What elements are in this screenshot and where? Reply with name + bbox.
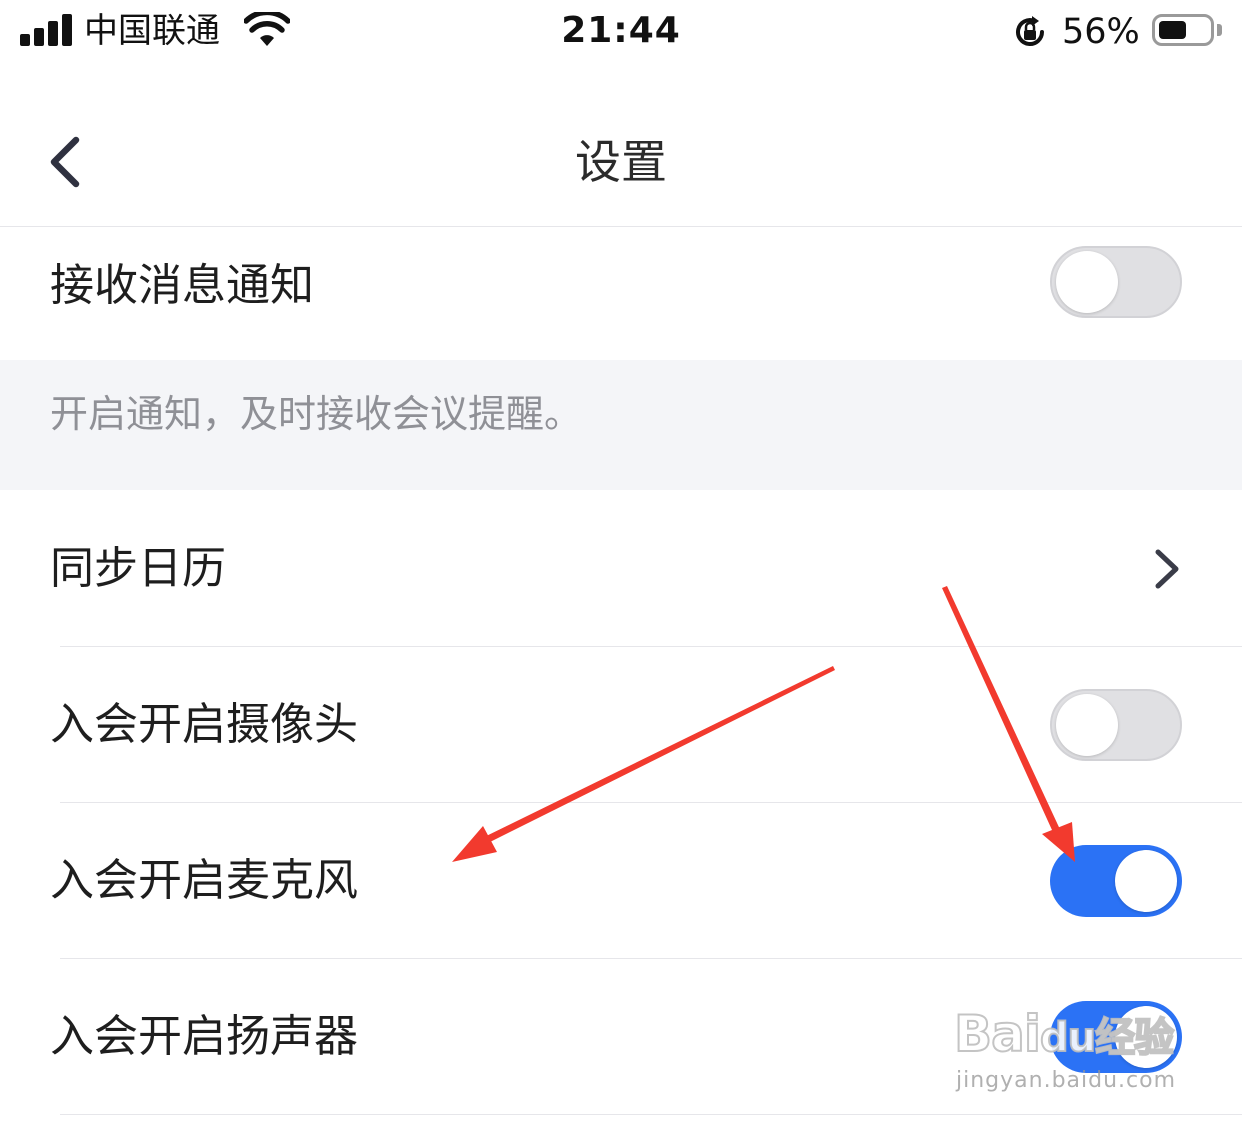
camera-on-join-label: 入会开启摄像头 bbox=[50, 699, 358, 750]
divider bbox=[60, 1114, 1242, 1115]
watermark-brand: Baidu经验 bbox=[953, 1004, 1175, 1068]
navigation-bar: 设置 bbox=[0, 66, 1242, 227]
mic-on-join-toggle[interactable] bbox=[1050, 845, 1182, 917]
sync-calendar-label: 同步日历 bbox=[50, 543, 226, 594]
battery-percent: 56% bbox=[1062, 12, 1140, 52]
chevron-right-icon bbox=[1155, 549, 1179, 589]
watermark-brand-cn: 经验 bbox=[1094, 1014, 1175, 1062]
toggle-knob bbox=[1115, 850, 1177, 912]
status-bar: 中国联通 21:44 56% bbox=[0, 0, 1242, 66]
receive-notifications-label: 接收消息通知 bbox=[50, 260, 314, 311]
receive-notifications-toggle[interactable] bbox=[1050, 246, 1182, 318]
mic-on-join-label: 入会开启麦克风 bbox=[50, 855, 358, 906]
paw-icon: du bbox=[1039, 1014, 1097, 1062]
status-time: 21:44 bbox=[561, 10, 681, 51]
toggle-knob bbox=[1056, 694, 1118, 756]
rotation-lock-icon bbox=[1016, 16, 1044, 46]
watermark-brand-latin: Bai bbox=[953, 1004, 1042, 1064]
battery-icon bbox=[1152, 14, 1214, 46]
toggle-knob bbox=[1056, 251, 1118, 313]
page-title: 设置 bbox=[575, 135, 667, 189]
battery-fill bbox=[1159, 21, 1186, 39]
row-sync-calendar[interactable]: 同步日历 bbox=[0, 491, 1242, 647]
notification-hint-text: 开启通知，及时接收会议提醒。 bbox=[50, 392, 583, 436]
camera-on-join-toggle[interactable] bbox=[1050, 689, 1182, 761]
battery-cap bbox=[1217, 24, 1222, 36]
watermark-url: jingyan.baidu.com bbox=[956, 1068, 1177, 1093]
speaker-on-join-label: 入会开启扬声器 bbox=[50, 1011, 358, 1062]
